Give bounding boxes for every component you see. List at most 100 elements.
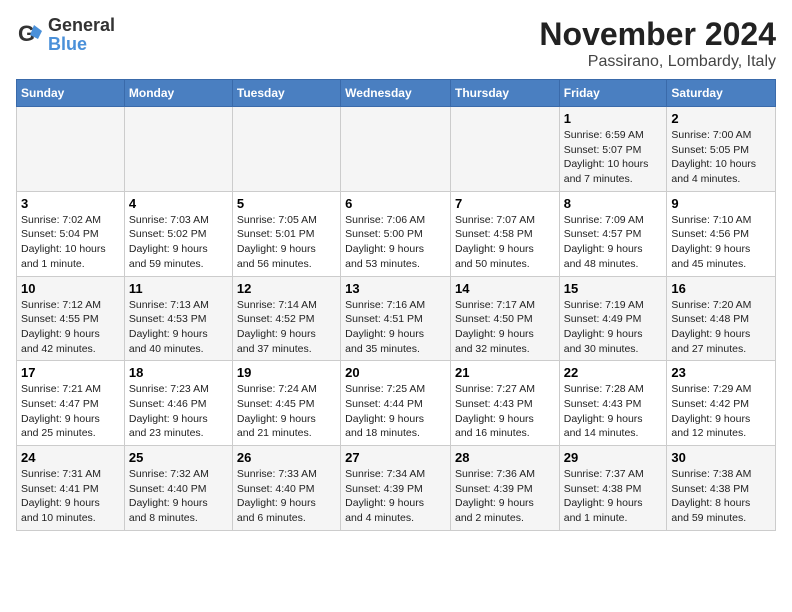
calendar-week-1: 1 Sunrise: 6:59 AM Sunset: 5:07 PM Daylig… xyxy=(17,107,776,192)
day-info: Sunrise: 7:24 AM Sunset: 4:45 PM Dayligh… xyxy=(237,382,336,441)
calendar-cell: 11 Sunrise: 7:13 AM Sunset: 4:53 PM Dayli… xyxy=(124,276,232,361)
calendar-cell: 21 Sunrise: 7:27 AM Sunset: 4:43 PM Dayli… xyxy=(450,361,559,446)
day-info: Sunrise: 7:31 AM Sunset: 4:41 PM Dayligh… xyxy=(21,467,120,526)
column-header-tuesday: Tuesday xyxy=(232,80,340,107)
day-info: Sunrise: 7:00 AM Sunset: 5:05 PM Dayligh… xyxy=(671,128,771,187)
calendar-header-row: SundayMondayTuesdayWednesdayThursdayFrid… xyxy=(17,80,776,107)
calendar-cell: 17 Sunrise: 7:21 AM Sunset: 4:47 PM Dayli… xyxy=(17,361,125,446)
day-number: 28 xyxy=(455,450,555,465)
day-info: Sunrise: 7:34 AM Sunset: 4:39 PM Dayligh… xyxy=(345,467,446,526)
day-info: Sunrise: 7:25 AM Sunset: 4:44 PM Dayligh… xyxy=(345,382,446,441)
day-number: 24 xyxy=(21,450,120,465)
calendar-table: SundayMondayTuesdayWednesdayThursdayFrid… xyxy=(16,79,776,531)
day-info: Sunrise: 7:10 AM Sunset: 4:56 PM Dayligh… xyxy=(671,213,771,272)
day-number: 21 xyxy=(455,365,555,380)
day-number: 14 xyxy=(455,281,555,296)
day-number: 8 xyxy=(564,196,663,211)
day-number: 26 xyxy=(237,450,336,465)
day-number: 7 xyxy=(455,196,555,211)
day-number: 30 xyxy=(671,450,771,465)
logo-icon: G xyxy=(16,21,44,49)
calendar-cell: 13Sunrise: 7:16 AM Sunset: 4:51 PM Dayli… xyxy=(341,276,451,361)
day-number: 1 xyxy=(564,111,663,126)
calendar-week-4: 17 Sunrise: 7:21 AM Sunset: 4:47 PM Dayli… xyxy=(17,361,776,446)
calendar-cell xyxy=(232,107,340,192)
calendar-week-5: 24 Sunrise: 7:31 AM Sunset: 4:41 PM Dayli… xyxy=(17,446,776,531)
day-number: 15 xyxy=(564,281,663,296)
day-info: Sunrise: 7:07 AM Sunset: 4:58 PM Dayligh… xyxy=(455,213,555,272)
day-info: Sunrise: 7:21 AM Sunset: 4:47 PM Dayligh… xyxy=(21,382,120,441)
day-info: Sunrise: 7:13 AM Sunset: 4:53 PM Dayligh… xyxy=(129,298,228,357)
day-info: Sunrise: 7:27 AM Sunset: 4:43 PM Dayligh… xyxy=(455,382,555,441)
calendar-cell: 3 Sunrise: 7:02 AM Sunset: 5:04 PM Daylig… xyxy=(17,191,125,276)
day-info: Sunrise: 7:36 AM Sunset: 4:39 PM Dayligh… xyxy=(455,467,555,526)
day-info: Sunrise: 7:33 AM Sunset: 4:40 PM Dayligh… xyxy=(237,467,336,526)
calendar-cell: 28 Sunrise: 7:36 AM Sunset: 4:39 PM Dayli… xyxy=(450,446,559,531)
calendar-cell: 9 Sunrise: 7:10 AM Sunset: 4:56 PM Daylig… xyxy=(667,191,776,276)
day-info: Sunrise: 7:29 AM Sunset: 4:42 PM Dayligh… xyxy=(671,382,771,441)
day-number: 2 xyxy=(671,111,771,126)
day-number: 5 xyxy=(237,196,336,211)
day-number: 9 xyxy=(671,196,771,211)
calendar-week-3: 10Sunrise: 7:12 AM Sunset: 4:55 PM Dayli… xyxy=(17,276,776,361)
day-number: 12 xyxy=(237,281,336,296)
day-info: Sunrise: 7:17 AM Sunset: 4:50 PM Dayligh… xyxy=(455,298,555,357)
day-number: 22 xyxy=(564,365,663,380)
calendar-cell: 25 Sunrise: 7:32 AM Sunset: 4:40 PM Dayli… xyxy=(124,446,232,531)
day-info: Sunrise: 7:12 AM Sunset: 4:55 PM Dayligh… xyxy=(21,298,120,357)
day-info: Sunrise: 7:20 AM Sunset: 4:48 PM Dayligh… xyxy=(671,298,771,357)
calendar-cell xyxy=(17,107,125,192)
calendar-cell: 26 Sunrise: 7:33 AM Sunset: 4:40 PM Dayli… xyxy=(232,446,340,531)
column-header-wednesday: Wednesday xyxy=(341,80,451,107)
calendar-cell: 29Sunrise: 7:37 AM Sunset: 4:38 PM Dayli… xyxy=(559,446,667,531)
calendar-cell: 30 Sunrise: 7:38 AM Sunset: 4:38 PM Dayli… xyxy=(667,446,776,531)
day-number: 27 xyxy=(345,450,446,465)
calendar-cell: 15Sunrise: 7:19 AM Sunset: 4:49 PM Dayli… xyxy=(559,276,667,361)
day-info: Sunrise: 7:14 AM Sunset: 4:52 PM Dayligh… xyxy=(237,298,336,357)
calendar-cell xyxy=(124,107,232,192)
calendar-cell: 18Sunrise: 7:23 AM Sunset: 4:46 PM Dayli… xyxy=(124,361,232,446)
calendar-cell xyxy=(450,107,559,192)
calendar-cell: 7 Sunrise: 7:07 AM Sunset: 4:58 PM Daylig… xyxy=(450,191,559,276)
page-header: G General Blue November 2024 Passirano, … xyxy=(16,16,776,71)
column-header-monday: Monday xyxy=(124,80,232,107)
day-number: 20 xyxy=(345,365,446,380)
title-block: November 2024 Passirano, Lombardy, Italy xyxy=(539,16,776,71)
page-subtitle: Passirano, Lombardy, Italy xyxy=(539,53,776,71)
day-number: 23 xyxy=(671,365,771,380)
calendar-cell: 20 Sunrise: 7:25 AM Sunset: 4:44 PM Dayli… xyxy=(341,361,451,446)
calendar-cell: 27 Sunrise: 7:34 AM Sunset: 4:39 PM Dayli… xyxy=(341,446,451,531)
day-info: Sunrise: 7:03 AM Sunset: 5:02 PM Dayligh… xyxy=(129,213,228,272)
day-info: Sunrise: 7:38 AM Sunset: 4:38 PM Dayligh… xyxy=(671,467,771,526)
logo: G General Blue xyxy=(16,16,115,54)
day-number: 18 xyxy=(129,365,228,380)
calendar-cell: 12 Sunrise: 7:14 AM Sunset: 4:52 PM Dayli… xyxy=(232,276,340,361)
calendar-cell: 23 Sunrise: 7:29 AM Sunset: 4:42 PM Dayli… xyxy=(667,361,776,446)
day-info: Sunrise: 7:28 AM Sunset: 4:43 PM Dayligh… xyxy=(564,382,663,441)
day-info: Sunrise: 7:05 AM Sunset: 5:01 PM Dayligh… xyxy=(237,213,336,272)
day-number: 25 xyxy=(129,450,228,465)
day-info: Sunrise: 7:32 AM Sunset: 4:40 PM Dayligh… xyxy=(129,467,228,526)
calendar-cell: 6Sunrise: 7:06 AM Sunset: 5:00 PM Daylig… xyxy=(341,191,451,276)
day-info: Sunrise: 6:59 AM Sunset: 5:07 PM Dayligh… xyxy=(564,128,663,187)
day-info: Sunrise: 7:37 AM Sunset: 4:38 PM Dayligh… xyxy=(564,467,663,526)
day-number: 6 xyxy=(345,196,446,211)
column-header-friday: Friday xyxy=(559,80,667,107)
column-header-sunday: Sunday xyxy=(17,80,125,107)
calendar-week-2: 3 Sunrise: 7:02 AM Sunset: 5:04 PM Daylig… xyxy=(17,191,776,276)
day-number: 17 xyxy=(21,365,120,380)
day-number: 3 xyxy=(21,196,120,211)
page-title: November 2024 xyxy=(539,16,776,53)
calendar-cell: 1 Sunrise: 6:59 AM Sunset: 5:07 PM Daylig… xyxy=(559,107,667,192)
calendar-cell: 14 Sunrise: 7:17 AM Sunset: 4:50 PM Dayli… xyxy=(450,276,559,361)
calendar-cell: 10Sunrise: 7:12 AM Sunset: 4:55 PM Dayli… xyxy=(17,276,125,361)
day-number: 11 xyxy=(129,281,228,296)
calendar-cell: 16 Sunrise: 7:20 AM Sunset: 4:48 PM Dayli… xyxy=(667,276,776,361)
calendar-body: 1 Sunrise: 6:59 AM Sunset: 5:07 PM Daylig… xyxy=(17,107,776,531)
day-number: 16 xyxy=(671,281,771,296)
calendar-cell: 5 Sunrise: 7:05 AM Sunset: 5:01 PM Daylig… xyxy=(232,191,340,276)
day-info: Sunrise: 7:02 AM Sunset: 5:04 PM Dayligh… xyxy=(21,213,120,272)
logo-text-blue: Blue xyxy=(48,34,87,54)
calendar-cell: 4Sunrise: 7:03 AM Sunset: 5:02 PM Daylig… xyxy=(124,191,232,276)
calendar-cell: 8Sunrise: 7:09 AM Sunset: 4:57 PM Daylig… xyxy=(559,191,667,276)
